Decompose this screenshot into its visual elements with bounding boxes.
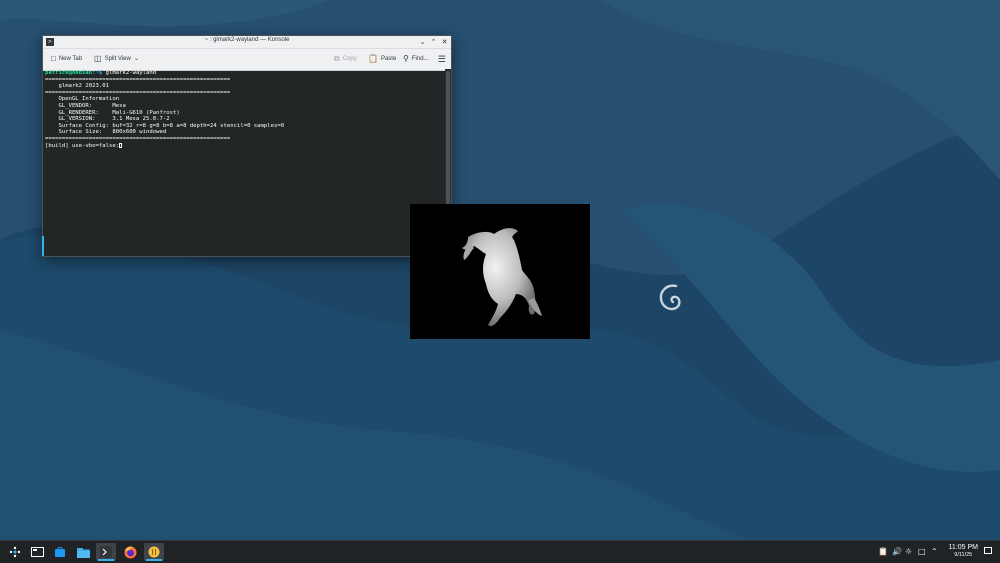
firefox-button[interactable]: [120, 543, 140, 561]
horse-render-icon: [462, 228, 542, 327]
discover-store-icon: [55, 547, 65, 557]
application-launcher-button[interactable]: [5, 543, 25, 561]
close-icon[interactable]: ✕: [441, 36, 448, 48]
digital-clock[interactable]: 11:05 PM 9/11/25: [949, 544, 978, 559]
desktop-pager-icon: [30, 547, 44, 557]
prompt-user: patrick@debian: [45, 70, 93, 76]
debian-logo-icon: [659, 284, 681, 311]
clock-time: 11:05 PM: [948, 544, 978, 551]
konsole-toolbar: □ New Tab ◫ Split View ⌄ ⧉ Copy 📋 Paste …: [43, 49, 451, 71]
terminal-command: glmark2-wayland: [102, 70, 157, 76]
chevron-down-icon[interactable]: ⌄: [134, 55, 139, 63]
network-icon[interactable]: □: [918, 546, 926, 558]
paste-icon: 📋: [368, 54, 378, 63]
terminal-line: GL_VERSION: 3.1 Mesa 25.0.7-2: [45, 116, 170, 123]
konsole-window[interactable]: > ~ : glmark2-wayland — Konsole ⌄ ⌃ ✕ □ …: [42, 35, 452, 257]
window-focus-accent: [42, 236, 44, 256]
paste-label: Paste: [380, 56, 397, 62]
window-title: ~ : glmark2-wayland — Konsole: [204, 37, 290, 43]
terminal-line: ========================================…: [45, 135, 231, 142]
pager-button[interactable]: [27, 543, 47, 561]
terminal-line: Surface Size: 800x600 windowed: [45, 129, 167, 136]
split-view-icon: ◫: [94, 54, 102, 63]
search-icon: ⚲: [403, 54, 409, 63]
maximize-icon[interactable]: ⌃: [430, 36, 437, 48]
new-tab-icon: □: [51, 54, 56, 63]
terminal-line: ========================================…: [45, 76, 231, 83]
brightness-icon[interactable]: ☼: [905, 546, 912, 558]
terminal-line: glmark2 2023.01: [45, 83, 109, 90]
terminal-icon: [100, 546, 112, 558]
copy-icon: ⧉: [334, 54, 340, 63]
discover-button[interactable]: [50, 543, 70, 561]
paste-button[interactable]: 📋 Paste: [368, 55, 396, 63]
glmark2-taskbar-button[interactable]: [144, 543, 164, 561]
terminal-cursor: [119, 142, 123, 148]
terminal-line: GL_RENDERER: Mali-G610 (Panfrost): [45, 109, 180, 116]
kde-launcher-icon: [9, 546, 21, 558]
terminal-line: OpenGL Information: [45, 96, 120, 103]
terminal-line: ========================================…: [45, 89, 231, 96]
prompt-path: :~$: [92, 70, 103, 76]
terminal-line: Surface Config: buf=32 r=8 g=8 b=8 a=8 d…: [45, 122, 285, 129]
glmark2-render-window[interactable]: [410, 204, 590, 339]
terminal-last-line: [build] use-vbo=false:: [45, 142, 120, 149]
terminal-line: GL_VENDOR: Mesa: [45, 102, 126, 109]
volume-icon[interactable]: 🔊: [892, 546, 902, 558]
minimize-icon[interactable]: ⌄: [419, 36, 426, 48]
konsole-taskbar-button[interactable]: [96, 543, 116, 561]
glmark2-app-icon: [148, 546, 160, 558]
clock-date: 9/11/25: [954, 552, 973, 558]
folder-icon: [76, 547, 90, 558]
dolphin-button[interactable]: [73, 543, 93, 561]
find-label: Find...: [411, 56, 429, 62]
chevron-up-icon[interactable]: ⌃: [931, 546, 938, 558]
new-tab-label: New Tab: [58, 56, 83, 62]
show-desktop-icon[interactable]: [984, 547, 992, 554]
split-view-label: Split View: [104, 56, 131, 62]
taskbar-panel: 📋 🔊 ☼ □ ⌃ 11:05 PM 9/11/25: [0, 540, 1000, 563]
hamburger-menu-icon[interactable]: ☰: [438, 54, 446, 65]
firefox-icon: [124, 546, 136, 558]
window-titlebar[interactable]: > ~ : glmark2-wayland — Konsole ⌄ ⌃ ✕: [43, 36, 451, 49]
new-tab-button[interactable]: □ New Tab: [51, 55, 82, 63]
terminal-output[interactable]: patrick@debian:~$ glmark2-wayland ======…: [43, 69, 445, 256]
clipboard-icon[interactable]: 📋: [878, 546, 888, 558]
find-button[interactable]: ⚲ Find...: [403, 55, 429, 63]
split-view-button[interactable]: ◫ Split View ⌄: [94, 55, 139, 63]
copy-button[interactable]: ⧉ Copy: [334, 55, 357, 63]
copy-label: Copy: [342, 56, 357, 62]
